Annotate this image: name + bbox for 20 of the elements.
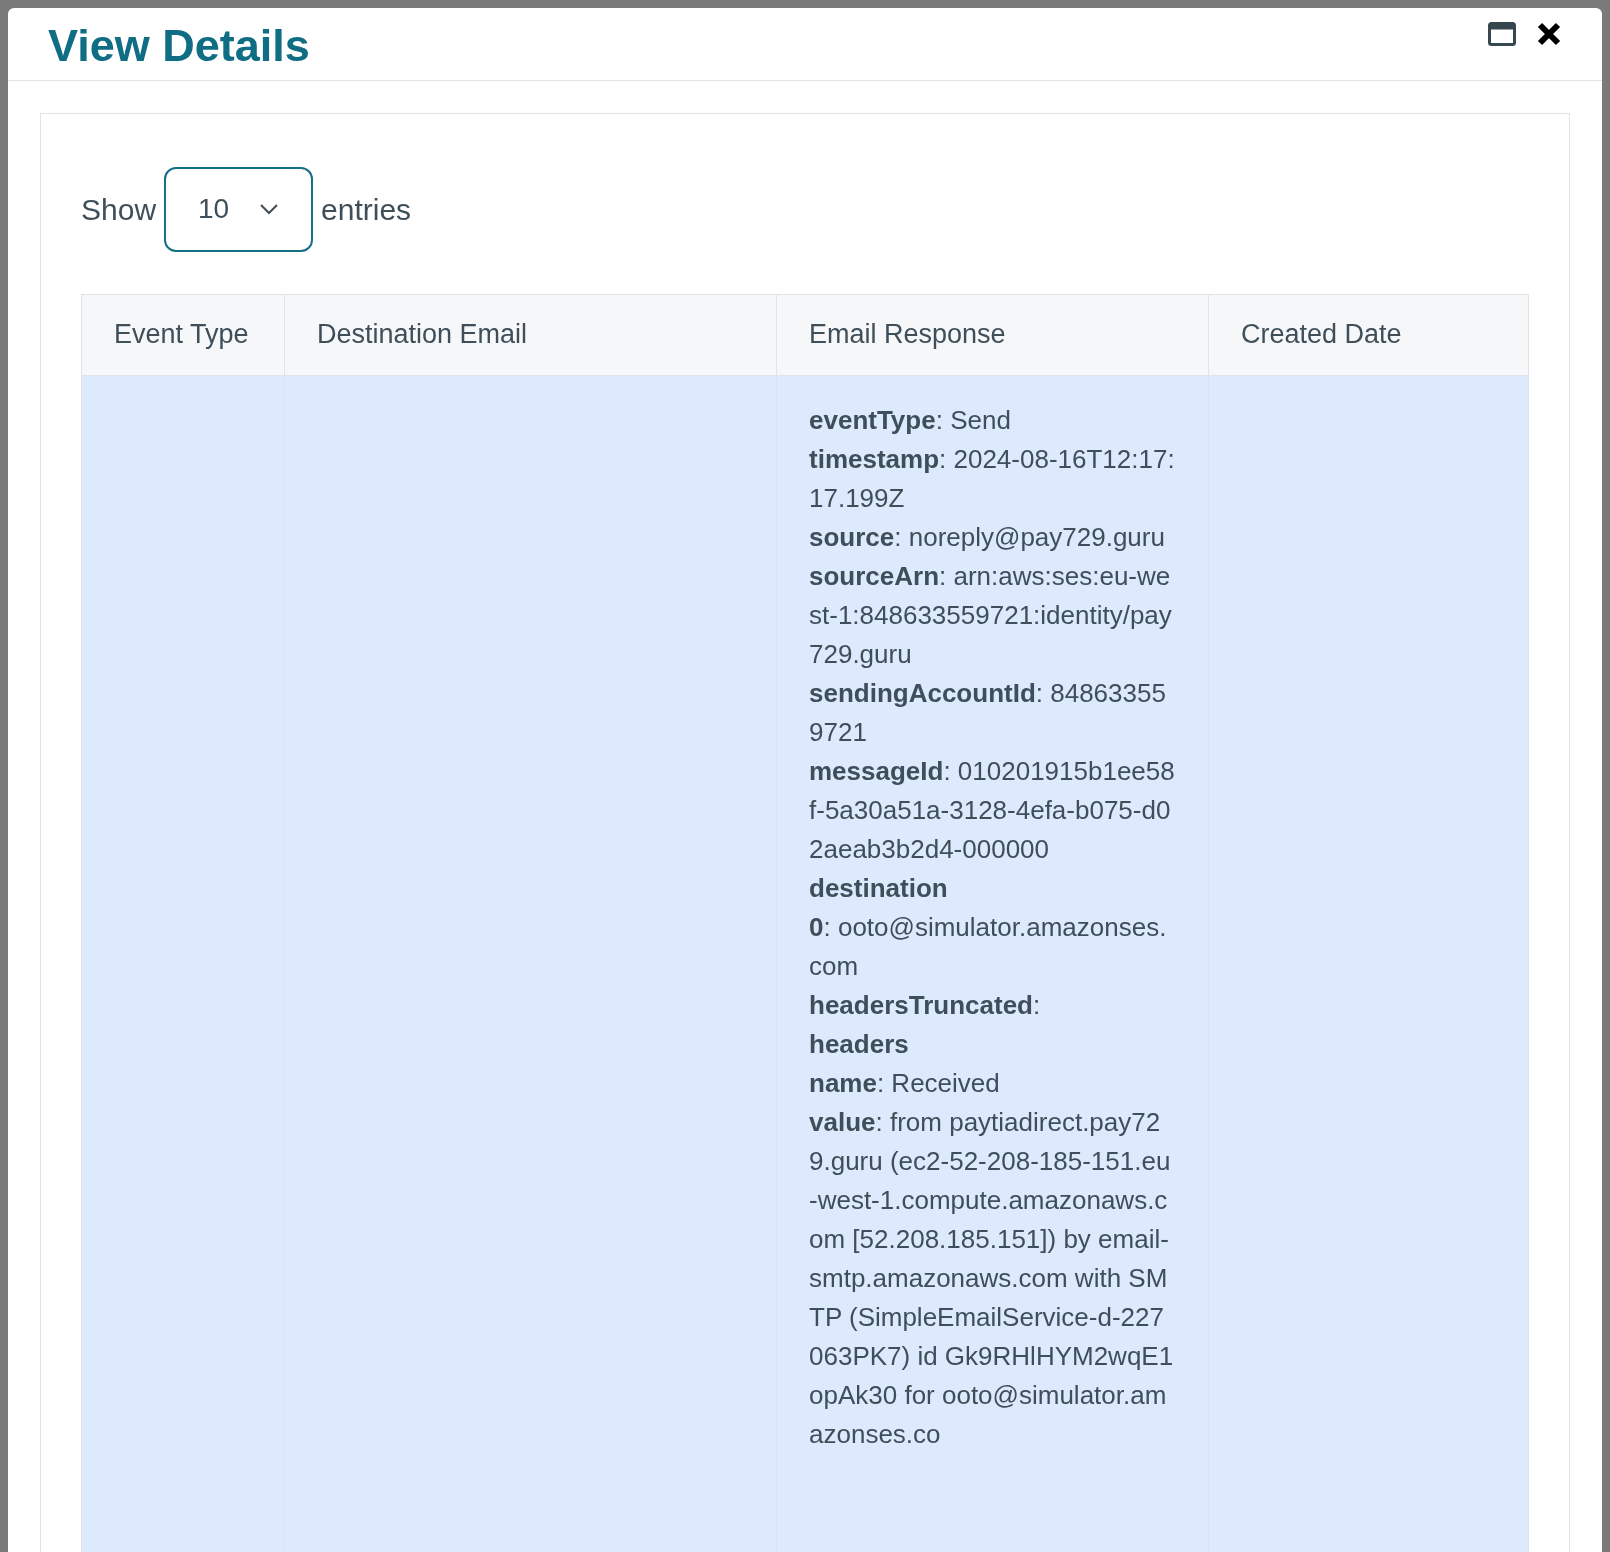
response-field: source: noreply@pay729.guru: [809, 517, 1176, 557]
response-field: name: Received: [809, 1063, 1176, 1103]
chevron-down-icon: [259, 203, 280, 215]
show-label: Show: [81, 191, 157, 228]
column-header[interactable]: Created Date: [1241, 319, 1402, 350]
close-icon: [1537, 21, 1561, 46]
close-button[interactable]: [1536, 20, 1562, 47]
response-field: headersTruncated:: [809, 985, 1176, 1025]
response-field: destination: [809, 868, 1176, 908]
response-field: headers: [809, 1024, 1176, 1064]
window-icon: [1488, 21, 1516, 46]
entries-select[interactable]: 10: [164, 166, 314, 252]
entries-label: entries: [321, 191, 412, 228]
response-field: value: from paytiadirect.pay729.guru (ec2-52-208-185-151.eu-west-1.compute.amazonaws.com [52.208.185.151]) by email-smtp.amazonaws.com with SMTP (SimpleEmailService-d-227063PK7) id Gk9RHlHYM2wqE1opAk30 for ooto@simulator.amazonses.co: [809, 1102, 1176, 1454]
dialog-title: View Details: [48, 19, 310, 73]
column-header[interactable]: Destination Email: [317, 319, 528, 350]
column-header[interactable]: Email Response: [809, 319, 1006, 350]
maximize-button[interactable]: [1488, 21, 1516, 46]
response-field: eventType: Send: [809, 400, 1176, 440]
table-row[interactable]: [81, 375, 1529, 1552]
